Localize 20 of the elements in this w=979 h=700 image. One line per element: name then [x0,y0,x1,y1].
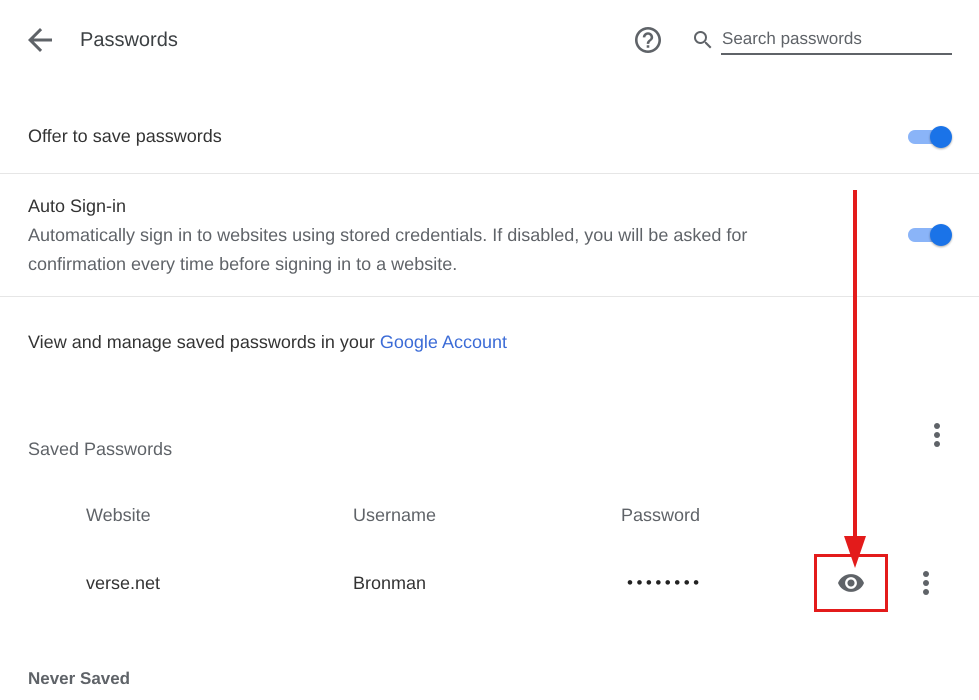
setting-title: Offer to save passwords [28,125,222,148]
masked-password: •••••••• [626,573,703,593]
username: Bronman [353,572,426,594]
column-header: Username [353,504,436,526]
help-icon[interactable] [635,27,661,53]
search-icon [694,31,712,49]
website-name: verse.net [86,572,160,594]
column-header: Website [86,504,151,526]
toggle-switch[interactable] [906,224,952,246]
section-title: Never Saved [28,669,130,689]
google-account-link[interactable]: Google Account [380,332,507,352]
back-arrow-icon[interactable] [28,28,52,52]
setting-description: Automatically sign in to websites using stored credentials. If disabled, you will be asked for confirmation every time before signing in to a website. [28,224,748,276]
setting-title: Auto Sign-in [28,194,126,218]
section-title: Saved Passwords [28,438,172,460]
column-header: Password [621,504,700,526]
page-title: Passwords [80,28,178,52]
account-note: View and manage saved passwords in your Google Account [28,331,507,354]
search-field[interactable]: Search passwords [721,25,952,55]
toggle-switch[interactable] [906,126,952,148]
